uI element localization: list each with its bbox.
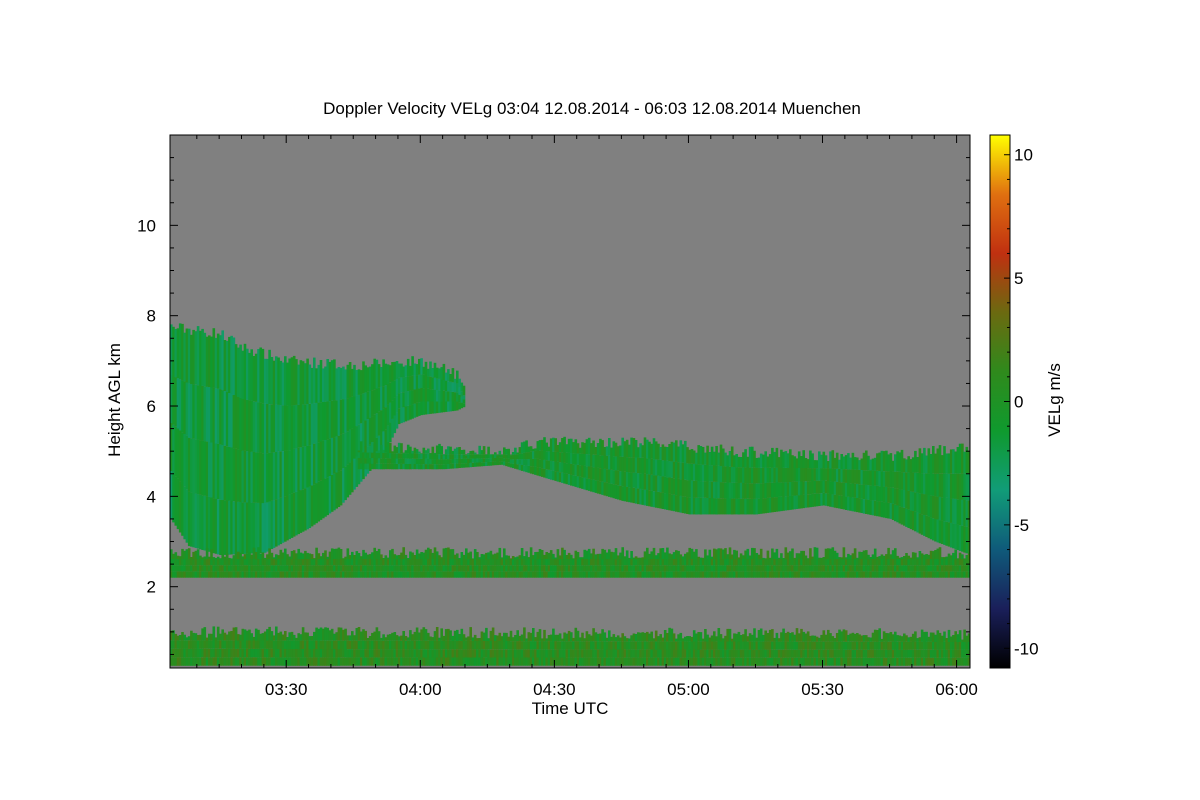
y-tick-label: 2 [147, 578, 156, 597]
x-tick-label: 04:30 [533, 680, 576, 699]
y-tick-label: 6 [147, 397, 156, 416]
colorbar-tick-label: -5 [1014, 516, 1029, 535]
y-axis-label: Height AGL km [105, 343, 124, 457]
x-tick-label: 05:30 [801, 680, 844, 699]
x-axis-label: Time UTC [532, 699, 609, 718]
chart-title: Doppler Velocity VELg 03:04 12.08.2014 -… [323, 99, 861, 118]
doppler-velocity-chart: Doppler Velocity VELg 03:04 12.08.2014 -… [105, 99, 1064, 718]
y-tick-label: 4 [147, 487, 156, 506]
x-tick-label: 06:00 [935, 680, 978, 699]
colorbar-tick-label: 0 [1014, 393, 1023, 412]
x-tick-label: 04:00 [399, 680, 442, 699]
x-tick-label: 05:00 [667, 680, 710, 699]
heatmap-group [169, 134, 971, 669]
colorbar-tick-label: 10 [1014, 146, 1033, 165]
colorbar-tick-label: -10 [1014, 639, 1039, 658]
y-tick-label: 8 [147, 307, 156, 326]
colorbar: 10 5 0 -5 -10 VELg m/s [989, 134, 1064, 669]
x-tick-label: 03:30 [265, 680, 308, 699]
colorbar-label: VELg m/s [1045, 363, 1064, 437]
y-tick-label: 10 [137, 216, 156, 235]
colorbar-tick-label: 5 [1014, 269, 1023, 288]
